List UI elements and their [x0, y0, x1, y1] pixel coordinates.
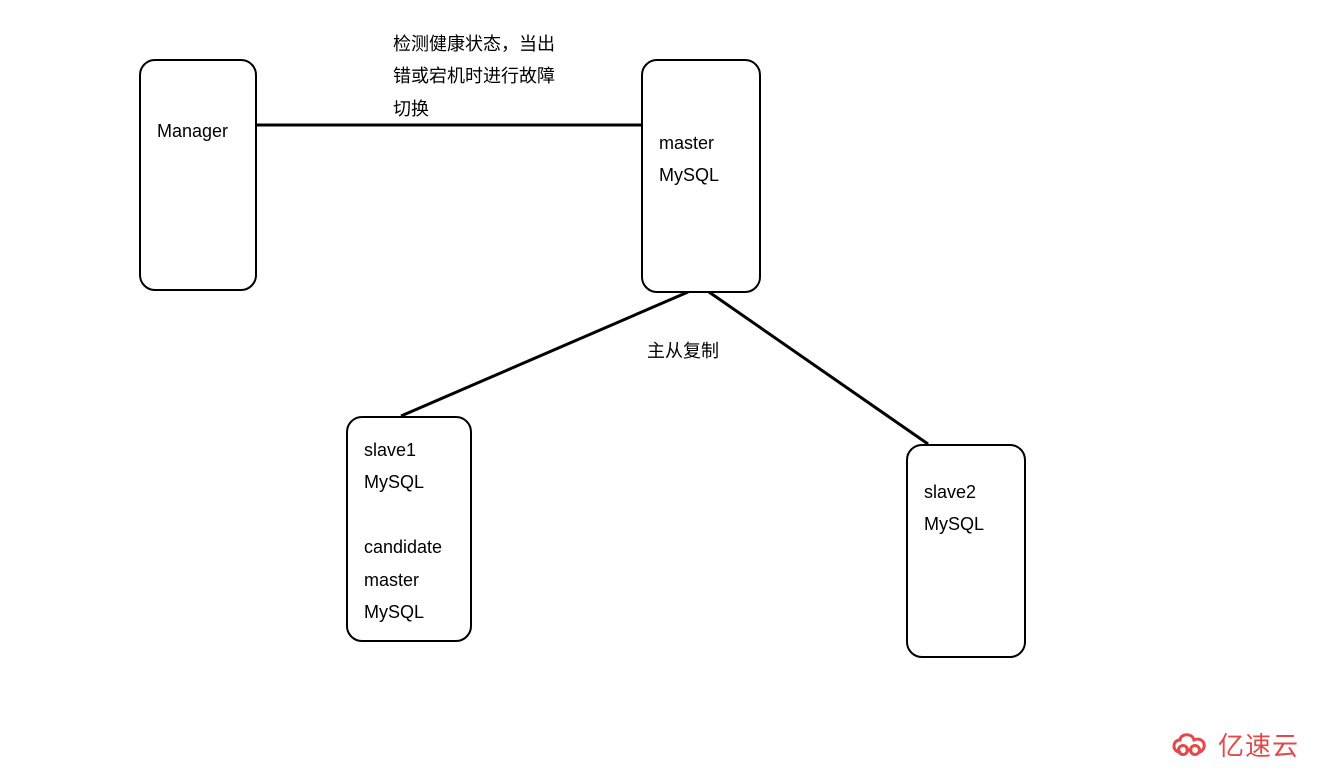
node-slave1-line4: candidate master — [364, 531, 454, 596]
edge-master-slave2 — [709, 292, 928, 444]
label-healthcheck-line2: 错或宕机时进行故障 — [393, 60, 555, 92]
node-slave1-line2: MySQL — [364, 466, 454, 498]
watermark-text: 亿速云 — [1218, 726, 1299, 763]
watermark: 亿速云 — [1168, 726, 1299, 763]
node-slave1: slave1 MySQL candidate master MySQL — [346, 416, 472, 642]
node-manager-line1: Manager — [157, 115, 239, 147]
node-manager: Manager — [139, 59, 257, 291]
label-healthcheck-line3: 切换 — [393, 93, 555, 125]
node-master-line2: MySQL — [659, 159, 743, 191]
edge-master-slave1 — [401, 292, 688, 416]
node-slave1-line1: slave1 — [364, 434, 454, 466]
node-slave1-line5: MySQL — [364, 596, 454, 628]
label-healthcheck: 检测健康状态，当出 错或宕机时进行故障 切换 — [393, 28, 555, 125]
diagram-canvas: Manager master MySQL slave1 MySQL candid… — [0, 0, 1317, 773]
node-master-line1: master — [659, 127, 743, 159]
node-master: master MySQL — [641, 59, 761, 293]
node-slave2: slave2 MySQL — [906, 444, 1026, 658]
node-slave2-line1: slave2 — [924, 476, 1008, 508]
label-replication: 主从复制 — [647, 335, 719, 367]
node-slave1-line3 — [364, 499, 454, 531]
label-healthcheck-line1: 检测健康状态，当出 — [393, 28, 555, 60]
node-slave2-line2: MySQL — [924, 508, 1008, 540]
cloud-icon — [1168, 730, 1212, 760]
